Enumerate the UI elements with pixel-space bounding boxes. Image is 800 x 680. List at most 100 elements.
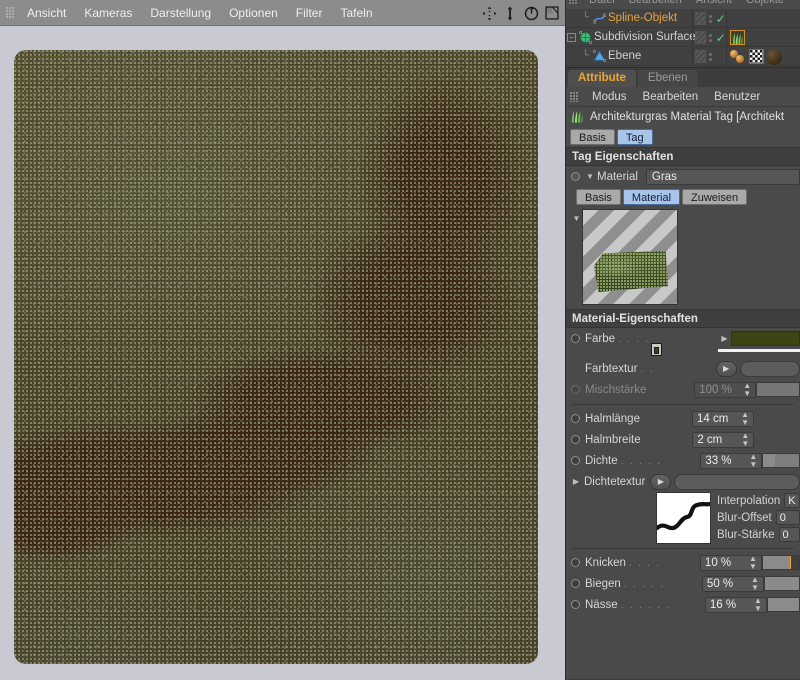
maximize-view-icon[interactable] <box>543 4 561 22</box>
attr-menu-benutzer[interactable]: Benutzer <box>706 91 768 103</box>
farbe-color-swatch[interactable] <box>731 331 800 346</box>
interpolation-field[interactable]: K <box>784 493 800 508</box>
visibility-toggle-dots[interactable] <box>709 12 713 25</box>
enabled-check-icon[interactable]: ✓ <box>716 32 726 44</box>
om-menu-datei[interactable]: Datei <box>582 0 622 6</box>
dolly-tool-icon[interactable] <box>501 4 519 22</box>
menu-ansicht[interactable]: Ansicht <box>18 0 75 26</box>
tag-area[interactable] <box>726 28 800 47</box>
blur-staerke-field[interactable]: 0 <box>779 527 800 542</box>
farbe-expand-icon[interactable]: ▶ <box>719 335 729 343</box>
dichtetextur-label: Dichtetextur <box>584 476 645 488</box>
color-picker-marker[interactable] <box>651 343 662 356</box>
visibility-toggle-dots[interactable] <box>709 31 713 44</box>
naesse-slider[interactable] <box>767 597 800 612</box>
viewport-drag-grip[interactable] <box>2 0 18 26</box>
halmbreite-anim-dot[interactable] <box>571 435 580 444</box>
attribute-manager-body: Modus Bearbeiten Benutzer Architekturgra… <box>566 87 800 679</box>
attribute-grip[interactable] <box>570 92 579 102</box>
om-menu-bearbeiten[interactable]: Bearbeiten <box>622 0 689 6</box>
stepper-icon[interactable]: ▲▼ <box>743 453 757 469</box>
chip-basis[interactable]: Basis <box>570 129 615 145</box>
farbtextur-slot[interactable] <box>740 361 800 377</box>
dichtetextur-thumbnail[interactable] <box>656 492 711 544</box>
dichte-field[interactable]: 33 % ▲▼ <box>700 453 762 469</box>
visibility-toggle-dots[interactable] <box>709 50 713 63</box>
dichte-anim-dot[interactable] <box>571 456 580 465</box>
om-menu-ansicht[interactable]: Ansicht <box>689 0 739 6</box>
menu-tafeln[interactable]: Tafeln <box>331 0 381 26</box>
rotate-tool-icon[interactable] <box>522 4 540 22</box>
dichtetextur-menu-button[interactable]: ▶ <box>650 474 671 490</box>
pan-tool-icon[interactable] <box>480 4 498 22</box>
tag-area[interactable] <box>726 47 800 66</box>
halmlaenge-field[interactable]: 14 cm ▲▼ <box>692 411 754 427</box>
menu-kameras[interactable]: Kameras <box>75 0 141 26</box>
knicken-row: Knicken . . . . 10 % ▲▼ <box>566 552 800 573</box>
checker-texture-tag-icon[interactable] <box>749 49 764 64</box>
farbe-row: Farbe . . . . ▶ <box>566 328 800 349</box>
material-name-field[interactable]: Gras <box>646 169 800 185</box>
visibility-dots-group[interactable]: ✓ <box>692 9 726 28</box>
mischstaerke-anim-dot <box>571 385 580 394</box>
enabled-check-icon[interactable]: ✓ <box>716 13 726 25</box>
object-manager-grip[interactable] <box>569 0 578 5</box>
table-row[interactable]: └ Spline-Objekt ✓ <box>566 9 800 28</box>
layer-swatch-icon[interactable] <box>695 12 706 25</box>
viewport-canvas[interactable] <box>0 26 565 680</box>
preview-collapse-icon[interactable]: ▼ <box>571 209 582 223</box>
layer-swatch-icon[interactable] <box>695 50 706 63</box>
tree-branch-icon: └ <box>580 9 591 28</box>
table-row[interactable]: − Subdivision Surface ✓ <box>566 28 800 47</box>
farbe-label: Farbe <box>585 333 615 345</box>
halmlaenge-anim-dot[interactable] <box>571 414 580 423</box>
stepper-icon[interactable]: ▲▼ <box>745 576 759 592</box>
sphere-tag-icon[interactable] <box>730 49 747 64</box>
material-preview[interactable] <box>582 209 678 305</box>
naesse-field[interactable]: 16 % ▲▼ <box>705 597 767 613</box>
chip-tag[interactable]: Tag <box>617 129 653 145</box>
stepper-icon[interactable]: ▲▼ <box>743 555 757 571</box>
table-row[interactable]: └ Ebene <box>566 47 800 66</box>
stepper-icon[interactable]: ▲▼ <box>735 432 749 448</box>
tag-area[interactable] <box>726 9 800 28</box>
biegen-slider[interactable] <box>764 576 800 591</box>
row-controls: ✓ <box>692 9 800 28</box>
menu-optionen[interactable]: Optionen <box>220 0 287 26</box>
biegen-field[interactable]: 50 % ▲▼ <box>702 576 764 592</box>
om-menu-objekte[interactable]: Objekte <box>739 0 791 6</box>
menu-filter[interactable]: Filter <box>287 0 332 26</box>
dichtetextur-slot[interactable] <box>674 474 800 490</box>
blur-offset-field[interactable]: 0 <box>776 510 800 525</box>
grass-material-tag-icon[interactable] <box>730 30 745 45</box>
dichtetextur-expand-icon[interactable]: ▶ <box>571 478 581 486</box>
knicken-anim-dot[interactable] <box>571 558 580 567</box>
subtab-material[interactable]: Material <box>623 189 680 205</box>
tab-ebenen[interactable]: Ebenen <box>638 70 698 87</box>
visibility-dots-group[interactable]: ✓ <box>692 28 726 47</box>
material-anim-dot[interactable] <box>571 172 580 181</box>
knicken-slider[interactable] <box>762 555 800 570</box>
naesse-row: Nässe . . . . . . 16 % ▲▼ <box>566 594 800 615</box>
chevron-down-icon[interactable]: ▼ <box>585 173 595 181</box>
visibility-dots-group[interactable] <box>692 47 726 66</box>
tree-collapse-icon[interactable]: − <box>566 28 577 47</box>
farbtextur-menu-button[interactable]: ▶ <box>716 361 737 377</box>
menu-darstellung[interactable]: Darstellung <box>141 0 220 26</box>
biegen-anim-dot[interactable] <box>571 579 580 588</box>
halmbreite-field[interactable]: 2 cm ▲▼ <box>692 432 754 448</box>
attr-menu-modus[interactable]: Modus <box>584 91 635 103</box>
dark-material-tag-icon[interactable] <box>766 49 782 65</box>
dichte-slider[interactable] <box>762 453 800 468</box>
tab-attribute[interactable]: Attribute <box>568 70 636 87</box>
stepper-icon[interactable]: ▲▼ <box>748 597 762 613</box>
farbe-anim-dot[interactable] <box>571 334 580 343</box>
layer-swatch-icon[interactable] <box>695 31 706 44</box>
knicken-field[interactable]: 10 % ▲▼ <box>700 555 762 571</box>
naesse-anim-dot[interactable] <box>571 600 580 609</box>
stepper-icon[interactable]: ▲▼ <box>735 411 749 427</box>
knicken-value: 10 % <box>705 557 731 569</box>
attr-menu-bearbeiten[interactable]: Bearbeiten <box>635 91 707 103</box>
subtab-zuweisen[interactable]: Zuweisen <box>682 189 747 205</box>
subtab-basis[interactable]: Basis <box>576 189 621 205</box>
